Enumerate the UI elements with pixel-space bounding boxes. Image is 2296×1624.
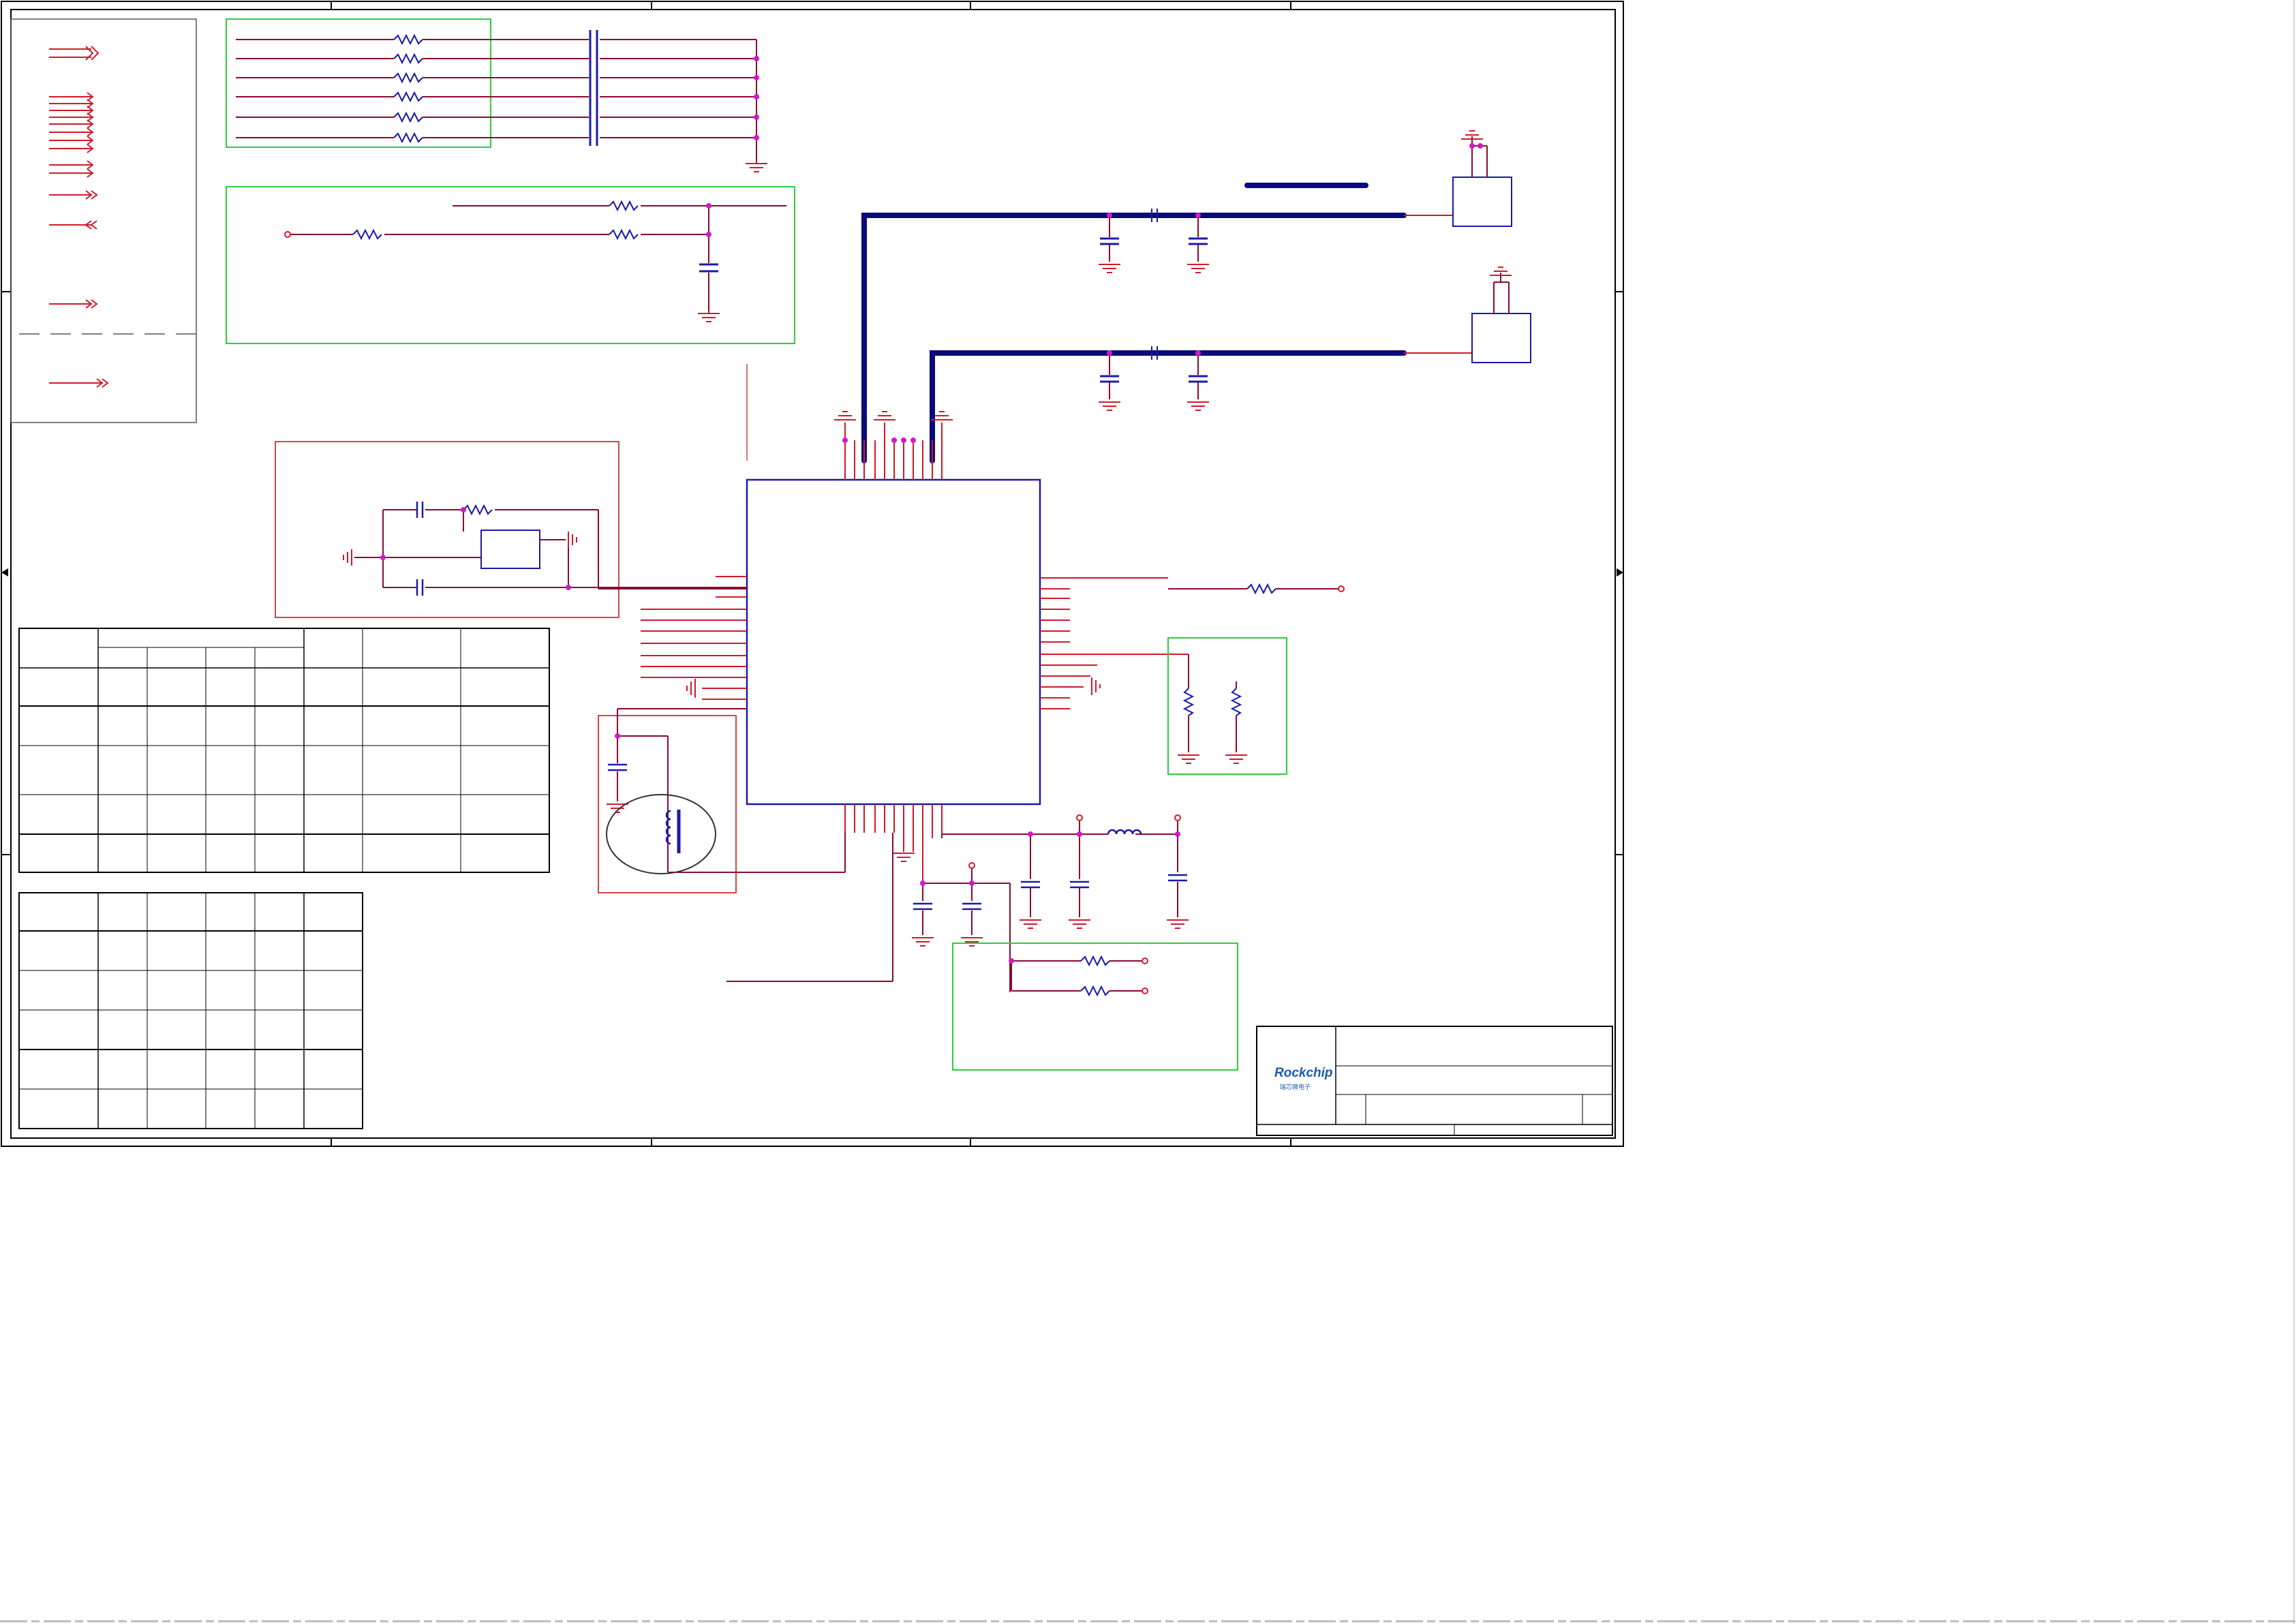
antenna-connector-1 (1404, 130, 1512, 227)
frame-markers (1, 568, 1623, 577)
antenna-connector-2 (1404, 266, 1531, 363)
config-table-1 (18, 628, 550, 873)
crystal-block (275, 441, 747, 618)
gnd-symbol (746, 161, 767, 172)
balun-block (598, 708, 846, 893)
config-table-2 (18, 892, 363, 1129)
gnd-symbol (698, 311, 720, 322)
brand-subtitle: 瑞芯微电子 (1280, 1083, 1311, 1091)
title-block (1256, 1026, 1613, 1136)
rockchip-logo: Rockchip 瑞芯微电子 (1274, 1066, 1333, 1091)
rf-matching-caps (1099, 209, 1209, 411)
crystal-symbol (480, 530, 540, 569)
brand-name: Rockchip (1274, 1066, 1333, 1080)
pulldown-block (1167, 637, 1287, 775)
schematic-sheet: Rockchip 瑞芯微电子 (0, 0, 2296, 1624)
main-ic (641, 411, 1189, 883)
io-resistor-block (952, 943, 1238, 1071)
resistor-array-block (226, 18, 767, 172)
rc-filter-block (226, 186, 795, 344)
rf-test-resistor (1168, 583, 1345, 595)
sheet-frame (1, 1, 1624, 1147)
offpage-connector-legend (10, 18, 197, 423)
